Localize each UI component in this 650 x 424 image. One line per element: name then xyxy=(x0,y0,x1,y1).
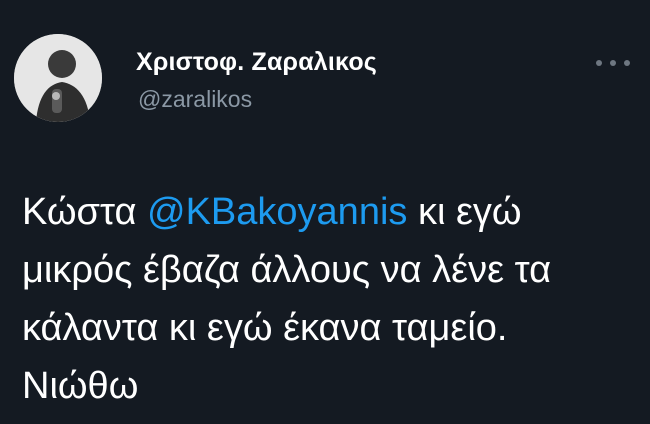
tweet-line-2: μικρός έβαζα άλλους να λένε τα xyxy=(22,249,552,291)
dot-icon xyxy=(596,60,602,66)
tweet-text-fragment: Κώστα xyxy=(22,191,148,233)
author-handle[interactable]: @zaralikos xyxy=(138,86,252,113)
tweet-card: Χριστοφ. Ζαραλικος @zaralikos Κώστα @KBa… xyxy=(0,0,650,424)
tweet-text-fragment: κι εγώ xyxy=(407,191,522,233)
tweet-text: Κώστα @KBakoyannis κι εγώ μικρός έβαζα ά… xyxy=(22,183,642,415)
tweet-line-3: κάλαντα κι εγώ έκανα ταμείο. xyxy=(22,307,508,349)
avatar[interactable] xyxy=(14,34,102,122)
tweet-line-1: Κώστα @KBakoyannis κι εγώ xyxy=(22,183,642,241)
dot-icon xyxy=(624,60,630,66)
tweet-line-4: Νιώθω xyxy=(22,365,139,407)
tweet-header: Χριστοφ. Ζαραλικος @zaralikos xyxy=(14,28,636,128)
profile-photo-icon xyxy=(14,34,102,122)
author-name[interactable]: Χριστοφ. Ζαραλικος xyxy=(136,48,377,77)
mention-link[interactable]: @KBakoyannis xyxy=(147,191,407,233)
dot-icon xyxy=(610,60,616,66)
more-options-icon[interactable] xyxy=(596,56,630,70)
